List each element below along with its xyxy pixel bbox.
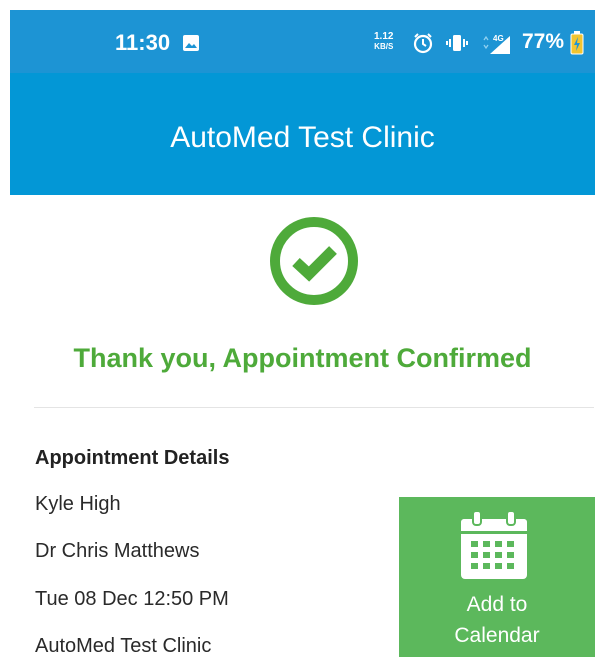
appointment-datetime: Tue 08 Dec 12:50 PM: [35, 588, 229, 610]
alarm-icon: [412, 32, 434, 59]
patient-name: Kyle High: [35, 493, 121, 515]
vibrate-icon: [445, 32, 469, 59]
clinic-name: AutoMed Test Clinic: [35, 635, 212, 657]
confirmation-message: Thank you, Appointment Confirmed: [73, 343, 532, 373]
doctor-name: Dr Chris Matthews: [35, 540, 200, 562]
status-bar: 11:30 1.12 KB/S 4G 77%: [10, 10, 595, 73]
add-to-calendar-button[interactable]: Add to Calendar: [399, 497, 595, 657]
calendar-icon: [459, 509, 529, 586]
signal-4g-icon: 4G: [482, 32, 512, 61]
add-to-calendar-label: Add to Calendar: [454, 593, 540, 647]
divider: [34, 407, 594, 408]
details-heading: Appointment Details: [35, 447, 230, 469]
net-speed: 1.12 KB/S: [374, 31, 394, 52]
battery-icon: [570, 31, 584, 60]
battery-percent: 77%: [522, 30, 565, 53]
svg-text:4G: 4G: [493, 34, 504, 43]
check-circle-icon: [267, 214, 361, 313]
status-time: 11:30: [115, 30, 171, 55]
app-bar: AutoMed Test Clinic: [10, 73, 595, 195]
image-icon: [182, 34, 200, 57]
page-title: AutoMed Test Clinic: [170, 121, 435, 154]
